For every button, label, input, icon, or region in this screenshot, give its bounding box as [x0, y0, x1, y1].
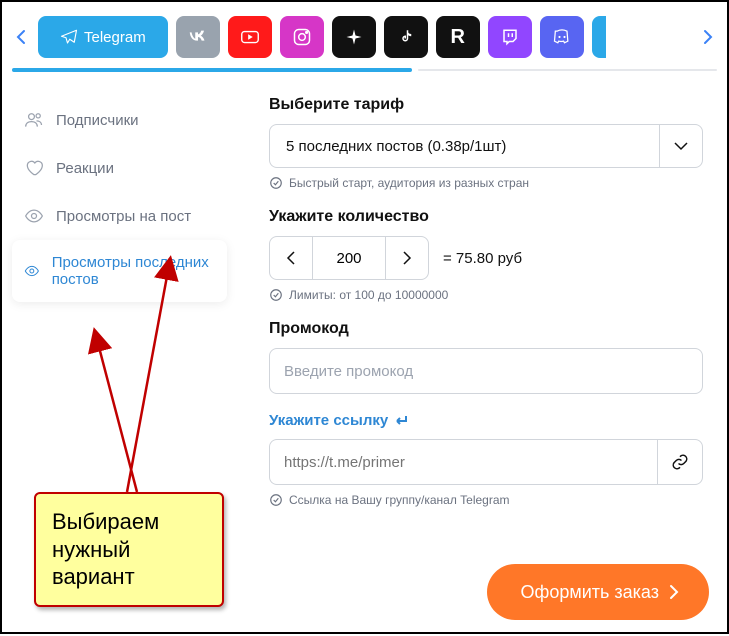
tab-rutube[interactable]: R	[436, 16, 480, 58]
check-circle-icon	[269, 288, 283, 302]
tab-vk[interactable]	[176, 16, 220, 58]
heart-icon	[24, 158, 44, 178]
twitch-icon	[501, 28, 519, 46]
eye-icon	[24, 206, 44, 226]
tab-discord[interactable]	[540, 16, 584, 58]
qty-decrease-button[interactable]	[269, 236, 313, 280]
arrow-return-icon	[394, 414, 410, 428]
check-circle-icon	[269, 493, 283, 507]
rutube-icon: R	[450, 26, 464, 49]
platform-tabs: Telegram R	[2, 2, 727, 58]
link-label: Укажите ссылку	[269, 412, 703, 429]
tab-twitch[interactable]	[488, 16, 532, 58]
sidebar-item-subscribers[interactable]: Подписчики	[12, 96, 237, 144]
tab-tiktok[interactable]	[384, 16, 428, 58]
link-input[interactable]	[269, 439, 657, 485]
qty-stepper	[269, 236, 429, 280]
tab-youtube[interactable]	[228, 16, 272, 58]
tariff-hint: Быстрый старт, аудитория из разных стран	[269, 176, 703, 190]
tab-spark[interactable]	[332, 16, 376, 58]
order-form: Выберите тариф 5 последних постов (0.38р…	[237, 96, 727, 525]
tab-telegram[interactable]: Telegram	[38, 16, 168, 58]
qty-label: Укажите количество	[269, 208, 703, 226]
youtube-icon	[239, 26, 261, 48]
sidebar-item-label: Реакции	[56, 160, 114, 177]
order-button-label: Оформить заказ	[521, 582, 659, 603]
promo-label: Промокод	[269, 320, 703, 338]
link-hint: Ссылка на Вашу группу/канал Telegram	[269, 493, 703, 507]
prev-platform-arrow[interactable]	[12, 17, 30, 57]
discord-icon	[552, 27, 572, 47]
qty-hint: Лимиты: от 100 до 10000000	[269, 288, 703, 302]
eye-icon	[24, 261, 40, 281]
vk-icon	[187, 26, 209, 48]
tariff-label: Выберите тариф	[269, 96, 703, 114]
total-price: = 75.80 руб	[443, 250, 522, 267]
order-button[interactable]: Оформить заказ	[487, 564, 709, 620]
link-icon	[671, 453, 689, 471]
tab-telegram-label: Telegram	[84, 29, 146, 46]
chevron-right-icon	[669, 584, 679, 600]
tiktok-icon	[397, 28, 415, 46]
sidebar-item-label: Подписчики	[56, 112, 139, 129]
tab-more[interactable]	[592, 16, 606, 58]
promo-input[interactable]	[269, 348, 703, 394]
instagram-icon	[292, 27, 312, 47]
telegram-icon	[60, 28, 78, 46]
link-button[interactable]	[657, 439, 703, 485]
sidebar: Подписчики Реакции Просмотры на пост Про…	[2, 96, 237, 525]
annotation-note: Выбираем нужный вариант	[34, 492, 224, 607]
users-icon	[24, 110, 44, 130]
sparkle-icon	[345, 28, 363, 46]
qty-increase-button[interactable]	[385, 236, 429, 280]
sidebar-item-recent-views[interactable]: Просмотры последних постов	[12, 240, 227, 302]
qty-input[interactable]	[313, 236, 385, 280]
tariff-select[interactable]: 5 последних постов (0.38р/1шт)	[269, 124, 703, 168]
sidebar-item-reactions[interactable]: Реакции	[12, 144, 237, 192]
sidebar-item-label: Просмотры последних постов	[52, 254, 215, 288]
sidebar-item-post-views[interactable]: Просмотры на пост	[12, 192, 237, 240]
next-platform-arrow[interactable]	[699, 17, 717, 57]
check-circle-icon	[269, 176, 283, 190]
tariff-value: 5 последних постов (0.38р/1шт)	[269, 124, 659, 168]
chevron-down-icon	[659, 124, 703, 168]
sidebar-item-label: Просмотры на пост	[56, 208, 191, 225]
tab-instagram[interactable]	[280, 16, 324, 58]
